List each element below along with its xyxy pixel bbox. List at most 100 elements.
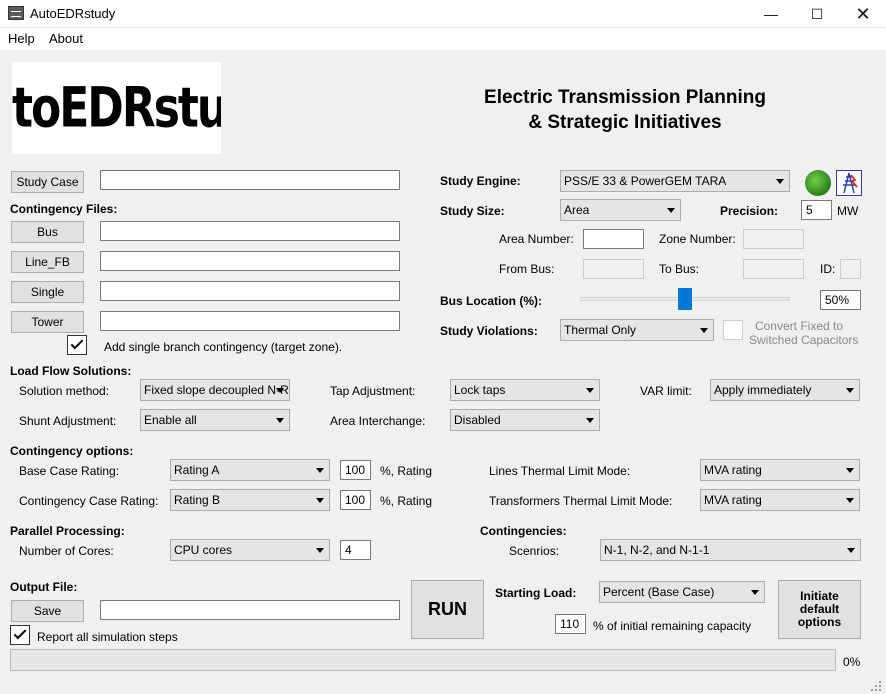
initiate-default-options-button[interactable]: Initiate default options bbox=[778, 580, 861, 639]
shunt-adjustment-value: Enable all bbox=[144, 413, 197, 427]
scenarios-label: Scenrios: bbox=[509, 544, 560, 558]
tower-button[interactable]: Tower bbox=[11, 311, 84, 333]
contingency-case-rating-label: Contingency Case Rating: bbox=[19, 494, 159, 508]
cores-number-field[interactable]: 4 bbox=[340, 540, 371, 560]
study-size-select[interactable]: Area bbox=[560, 199, 681, 221]
tower-file-field[interactable] bbox=[100, 311, 400, 331]
bus-button[interactable]: Bus bbox=[11, 221, 84, 243]
report-steps-checkbox[interactable] bbox=[10, 625, 30, 645]
add-single-branch-label: Add single branch contingency (target zo… bbox=[104, 340, 343, 354]
base-case-rating-select[interactable]: Rating A bbox=[170, 459, 330, 481]
menu-about[interactable]: About bbox=[49, 31, 83, 46]
transformers-thermal-label: Transformers Thermal Limit Mode: bbox=[489, 494, 673, 508]
tower-icon[interactable] bbox=[836, 170, 862, 196]
save-button[interactable]: Save bbox=[11, 600, 84, 622]
logo-text: AutoEDRstudy bbox=[12, 76, 221, 140]
from-bus-label: From Bus: bbox=[499, 262, 555, 276]
app-icon bbox=[8, 6, 24, 20]
area-number-field[interactable] bbox=[583, 229, 644, 249]
scenarios-select[interactable]: N-1, N-2, and N-1-1 bbox=[600, 539, 861, 561]
lines-thermal-select[interactable]: MVA rating bbox=[700, 459, 860, 481]
contingency-case-percent-field[interactable]: 100 bbox=[340, 490, 371, 510]
study-engine-label: Study Engine: bbox=[440, 174, 521, 188]
single-button[interactable]: Single bbox=[11, 281, 84, 303]
chevron-down-icon bbox=[846, 388, 854, 393]
id-label: ID: bbox=[820, 262, 836, 276]
add-single-branch-checkbox[interactable] bbox=[67, 335, 87, 355]
zone-number-field[interactable] bbox=[743, 229, 804, 249]
tap-adjustment-select[interactable]: Lock taps bbox=[450, 379, 600, 401]
study-violations-label: Study Violations: bbox=[440, 324, 538, 338]
line-fb-button[interactable]: Line_FB bbox=[11, 251, 84, 273]
progress-bar bbox=[10, 649, 836, 671]
to-bus-field[interactable] bbox=[743, 259, 804, 279]
number-of-cores-label: Number of Cores: bbox=[19, 544, 114, 558]
study-violations-select[interactable]: Thermal Only bbox=[560, 319, 714, 341]
resize-grip-icon[interactable] bbox=[870, 680, 882, 692]
starting-load-amount-label: % of initial remaining capacity bbox=[593, 619, 752, 633]
to-bus-label: To Bus: bbox=[659, 262, 700, 276]
bus-location-label: Bus Location (%): bbox=[440, 294, 542, 308]
lines-thermal-value: MVA rating bbox=[704, 463, 762, 477]
var-limit-value: Apply immediately bbox=[714, 383, 812, 397]
chevron-down-icon bbox=[316, 548, 324, 553]
bus-location-slider-thumb[interactable] bbox=[678, 288, 692, 310]
convert-fixed-checkbox[interactable] bbox=[723, 320, 743, 340]
output-file-heading: Output File: bbox=[10, 580, 78, 594]
contingency-case-rating-select[interactable]: Rating B bbox=[170, 489, 330, 511]
convert-fixed-label: Convert Fixed to Switched Capacitors bbox=[749, 319, 858, 347]
green-gem-icon[interactable] bbox=[805, 170, 831, 196]
scenarios-value: N-1, N-2, and N-1-1 bbox=[604, 543, 710, 557]
starting-load-select[interactable]: Percent (Base Case) bbox=[599, 581, 765, 603]
line-fb-file-field[interactable] bbox=[100, 251, 400, 271]
shunt-adjustment-label: Shunt Adjustment: bbox=[19, 414, 117, 428]
maximize-icon[interactable]: ☐ bbox=[794, 0, 840, 28]
chevron-down-icon bbox=[751, 590, 759, 595]
cores-mode-select[interactable]: CPU cores bbox=[170, 539, 330, 561]
chevron-down-icon bbox=[667, 208, 675, 213]
title-bar: AutoEDRstudy — ☐ ✕ bbox=[0, 0, 886, 28]
minimize-icon[interactable]: — bbox=[748, 0, 794, 28]
run-button[interactable]: RUN bbox=[411, 580, 484, 639]
study-case-button[interactable]: Study Case bbox=[11, 171, 84, 193]
base-case-percent-field[interactable]: 100 bbox=[340, 460, 371, 480]
output-file-field[interactable] bbox=[100, 600, 400, 620]
chevron-down-icon bbox=[586, 388, 594, 393]
study-engine-value: PSS/E 33 & PowerGEM TARA bbox=[564, 174, 727, 188]
checkmark-icon bbox=[13, 626, 27, 640]
transformers-thermal-select[interactable]: MVA rating bbox=[700, 489, 860, 511]
precision-unit: MW bbox=[837, 204, 859, 218]
shunt-adjustment-select[interactable]: Enable all bbox=[140, 409, 290, 431]
transformers-thermal-value: MVA rating bbox=[704, 493, 762, 507]
base-case-rating-value: Rating A bbox=[174, 463, 220, 477]
chevron-down-icon bbox=[846, 468, 854, 473]
study-case-field[interactable] bbox=[100, 170, 400, 190]
window-title: AutoEDRstudy bbox=[30, 6, 116, 21]
study-size-label: Study Size: bbox=[440, 204, 505, 218]
area-interchange-select[interactable]: Disabled bbox=[450, 409, 600, 431]
starting-load-amount-field[interactable]: 110 bbox=[555, 614, 586, 634]
tap-adjustment-label: Tap Adjustment: bbox=[330, 384, 416, 398]
bus-location-field[interactable]: 50% bbox=[820, 290, 861, 310]
starting-load-value: Percent (Base Case) bbox=[603, 585, 715, 599]
parallel-processing-heading: Parallel Processing: bbox=[10, 524, 125, 538]
solution-method-select[interactable]: Fixed slope decoupled N-R bbox=[140, 379, 290, 401]
single-file-field[interactable] bbox=[100, 281, 400, 301]
menu-help[interactable]: Help bbox=[8, 31, 35, 46]
study-engine-select[interactable]: PSS/E 33 & PowerGEM TARA bbox=[560, 170, 790, 192]
id-field[interactable] bbox=[840, 259, 861, 279]
solution-method-value: Fixed slope decoupled N-R bbox=[144, 383, 289, 397]
from-bus-field[interactable] bbox=[583, 259, 644, 279]
chevron-down-icon bbox=[846, 498, 854, 503]
area-interchange-value: Disabled bbox=[454, 413, 501, 427]
load-flow-heading: Load Flow Solutions: bbox=[10, 364, 132, 378]
var-limit-select[interactable]: Apply immediately bbox=[710, 379, 860, 401]
precision-field[interactable]: 5 bbox=[801, 200, 832, 220]
close-icon[interactable]: ✕ bbox=[840, 0, 886, 28]
area-interchange-label: Area Interchange: bbox=[330, 414, 426, 428]
bus-file-field[interactable] bbox=[100, 221, 400, 241]
chevron-down-icon bbox=[700, 328, 708, 333]
chevron-down-icon bbox=[316, 498, 324, 503]
checkmark-icon bbox=[70, 336, 84, 350]
chevron-down-icon bbox=[276, 388, 284, 393]
